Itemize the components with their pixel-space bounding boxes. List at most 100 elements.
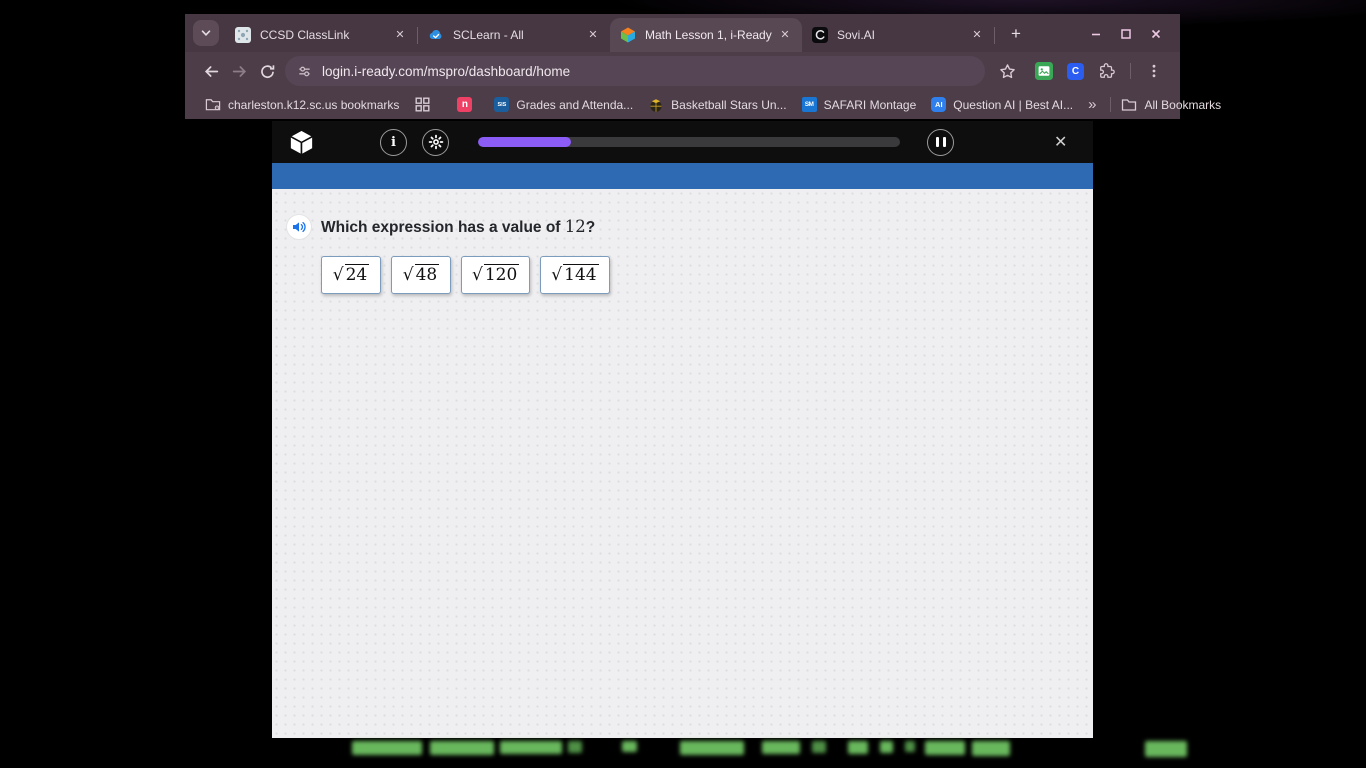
speaker-icon (291, 219, 307, 235)
tab-label: CCSD ClassLink (260, 28, 391, 42)
radicand: 48 (415, 264, 440, 286)
browser-window: CCSD ClassLink ✕ SCLearn - All ✕ (185, 14, 1180, 738)
minimize-icon (1088, 26, 1104, 42)
n-bookmark-icon: n (457, 97, 472, 112)
question-text: Which expression has a value of 12? (321, 217, 595, 237)
radicand: 24 (345, 264, 370, 286)
back-button[interactable] (197, 57, 225, 85)
lesson-close-button[interactable]: ✕ (1054, 132, 1067, 152)
bookmark-label: Basketball Stars Un... (671, 98, 786, 112)
reload-button[interactable] (253, 57, 281, 85)
chevron-down-icon (200, 27, 212, 39)
ccsd-classlink-favicon (235, 27, 251, 43)
puzzle-icon (1098, 62, 1116, 80)
answer-choice-sqrt-24[interactable]: √24 (321, 256, 381, 294)
answer-choice-sqrt-48[interactable]: √48 (391, 256, 451, 294)
bookmarks-separator (1110, 97, 1111, 112)
info-button[interactable]: i (380, 129, 407, 156)
lesson-blue-banner (272, 163, 1093, 189)
green-photo-extension-icon (1035, 62, 1053, 80)
question-ai-icon: AI (931, 97, 946, 112)
extensions-button[interactable] (1093, 57, 1121, 85)
answer-choices: √24 √48 √120 √144 (321, 256, 1093, 294)
toolbar-actions: C (993, 57, 1170, 85)
bookmarks-bar: charleston.k12.sc.us bookmarks n SIS Gra… (185, 90, 1180, 119)
bookmark-safari-montage[interactable]: SM SAFARI Montage (802, 97, 917, 112)
pause-button[interactable] (927, 129, 954, 156)
settings-button[interactable] (422, 129, 449, 156)
close-window-button[interactable] (1146, 24, 1166, 44)
gear-icon (428, 134, 444, 150)
reload-icon (259, 63, 276, 80)
tab-close-button[interactable]: ✕ (968, 26, 986, 44)
bookmark-basketball-stars[interactable]: Basketball Stars Un... (648, 97, 786, 113)
managed-folder-label: charleston.k12.sc.us bookmarks (228, 98, 399, 112)
question-math-value: 12 (565, 217, 586, 236)
basketball-bookmark-icon (648, 97, 664, 113)
apps-grid-icon (414, 97, 430, 113)
page-content: i (185, 119, 1180, 738)
window-controls (1086, 24, 1180, 52)
tab-close-button[interactable]: ✕ (776, 26, 794, 44)
maximize-icon (1118, 26, 1134, 42)
tab-label: Sovi.AI (837, 28, 968, 42)
answer-choice-sqrt-120[interactable]: √120 (461, 256, 530, 294)
forward-icon (231, 63, 248, 80)
bookmark-n[interactable]: n (457, 97, 479, 112)
tab-strip: CCSD ClassLink ✕ SCLearn - All ✕ (185, 14, 1180, 52)
info-icon: i (391, 135, 396, 150)
iready-lesson-player: i (272, 121, 1093, 738)
maximize-button[interactable] (1116, 24, 1136, 44)
site-settings-icon[interactable] (297, 64, 312, 79)
c-extension-icon[interactable]: C (1067, 63, 1084, 80)
bookmark-star-button[interactable] (993, 57, 1021, 85)
menu-button[interactable] (1140, 57, 1168, 85)
folder-icon (1121, 97, 1137, 113)
tab-ccsd-classlink[interactable]: CCSD ClassLink ✕ (225, 18, 417, 52)
wallpaper-green-text (0, 740, 1366, 768)
sis-bookmark-icon: SIS (494, 97, 509, 112)
lesson-progress-bar (478, 137, 900, 147)
new-tab-button[interactable]: + (1003, 21, 1029, 47)
managed-bookmarks-folder[interactable]: charleston.k12.sc.us bookmarks (205, 97, 399, 113)
minimize-button[interactable] (1086, 24, 1106, 44)
tab-close-button[interactable]: ✕ (391, 26, 409, 44)
radicand: 144 (563, 264, 598, 286)
three-dot-menu-icon (1146, 63, 1162, 79)
back-icon (203, 63, 220, 80)
lesson-content: Which expression has a value of 12? √24 … (272, 189, 1093, 738)
tab-separator (994, 27, 995, 44)
forward-button[interactable] (225, 57, 253, 85)
bookmark-question-ai[interactable]: AI Question AI | Best AI... (931, 97, 1073, 112)
tab-sovi-ai[interactable]: Sovi.AI ✕ (802, 18, 994, 52)
radical-sign: √ (551, 265, 562, 285)
close-icon (1148, 26, 1164, 42)
url-text: login.i-ready.com/mspro/dashboard/home (322, 64, 570, 79)
all-bookmarks-button[interactable]: All Bookmarks (1121, 97, 1221, 113)
iready-cube-logo-icon (289, 129, 314, 156)
all-bookmarks-label: All Bookmarks (1144, 98, 1221, 112)
screenshot-extension-button[interactable] (1030, 57, 1058, 85)
bookmarks-right: » All Bookmarks (1088, 96, 1221, 113)
tab-label: SCLearn - All (453, 28, 584, 42)
browser-toolbar: login.i-ready.com/mspro/dashboard/home C (185, 52, 1180, 90)
radical-sign: √ (333, 265, 344, 285)
radical-sign: √ (472, 265, 483, 285)
radical-sign: √ (403, 265, 414, 285)
bookmarks-overflow-chevron[interactable]: » (1088, 96, 1096, 113)
radicand: 120 (484, 264, 519, 286)
tab-sclearn[interactable]: SCLearn - All ✕ (418, 18, 610, 52)
answer-choice-sqrt-144[interactable]: √144 (540, 256, 609, 294)
read-aloud-button[interactable] (287, 215, 311, 239)
question-row: Which expression has a value of 12? (287, 215, 1093, 239)
safari-montage-icon: SM (802, 97, 817, 112)
star-icon (999, 63, 1016, 80)
tab-close-button[interactable]: ✕ (584, 26, 602, 44)
address-bar[interactable]: login.i-ready.com/mspro/dashboard/home (285, 56, 985, 86)
apps-shortcut[interactable] (414, 97, 430, 113)
tab-search-button[interactable] (193, 20, 219, 46)
question-after: ? (586, 219, 595, 236)
tab-iready-active[interactable]: Math Lesson 1, i-Ready ✕ (610, 18, 802, 52)
sclearn-cloud-favicon (428, 27, 444, 43)
bookmark-grades-attendance[interactable]: SIS Grades and Attenda... (494, 97, 633, 112)
